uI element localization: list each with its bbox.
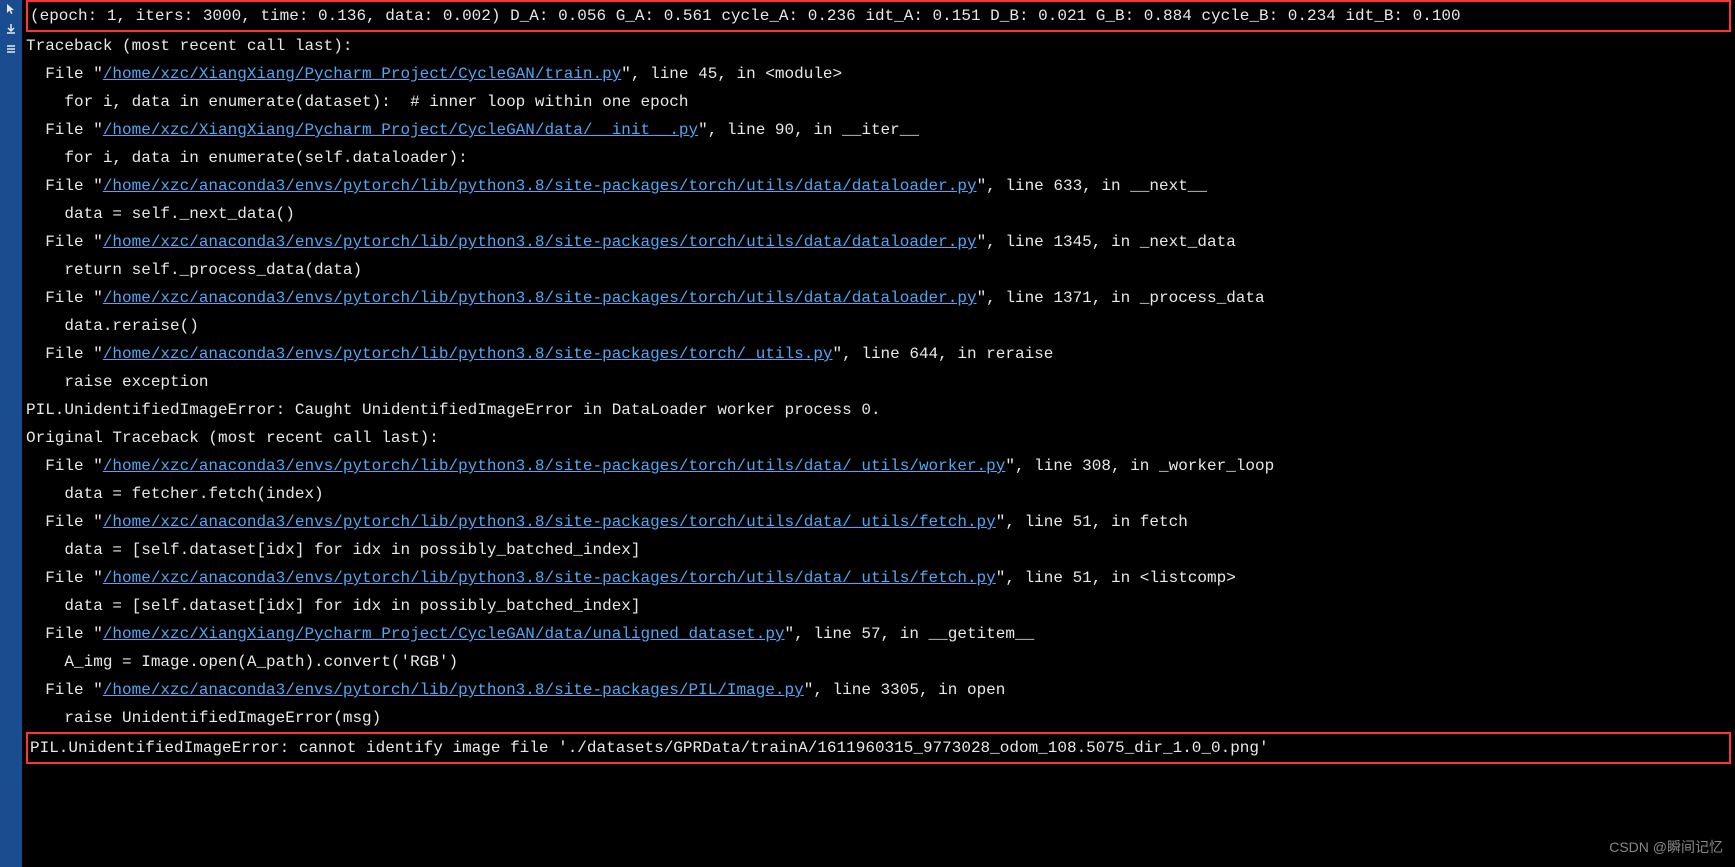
left-sidebar	[0, 0, 22, 867]
traceback-file-line: File "/home/xzc/anaconda3/envs/pytorch/l…	[26, 676, 1731, 704]
traceback-code-line: data = fetcher.fetch(index)	[26, 480, 1731, 508]
traceback-code-line: raise UnidentifiedImageError(msg)	[26, 704, 1731, 732]
file-prefix: File "	[26, 177, 103, 195]
traceback-file-line: File "/home/xzc/anaconda3/envs/pytorch/l…	[26, 172, 1731, 200]
file-path-link[interactable]: /home/xzc/anaconda3/envs/pytorch/lib/pyt…	[103, 233, 977, 251]
file-suffix: ", line 1371, in _process_data	[977, 289, 1265, 307]
traceback-file-line: File "/home/xzc/anaconda3/envs/pytorch/l…	[26, 340, 1731, 368]
file-path-link[interactable]: /home/xzc/anaconda3/envs/pytorch/lib/pyt…	[103, 457, 1006, 475]
traceback-code-line: return self._process_data(data)	[26, 256, 1731, 284]
file-prefix: File "	[26, 681, 103, 699]
traceback-code-line: for i, data in enumerate(self.dataloader…	[26, 144, 1731, 172]
traceback-code-line: data = [self.dataset[idx] for idx in pos…	[26, 536, 1731, 564]
traceback-code-line: raise exception	[26, 368, 1731, 396]
file-path-link[interactable]: /home/xzc/anaconda3/envs/pytorch/lib/pyt…	[103, 681, 804, 699]
file-path-link[interactable]: /home/xzc/XiangXiang/Pycharm_Project/Cyc…	[103, 65, 621, 83]
file-suffix: ", line 45, in <module>	[621, 65, 842, 83]
original-traceback-header: Original Traceback (most recent call las…	[26, 424, 1731, 452]
file-prefix: File "	[26, 233, 103, 251]
highlighted-header-box: (epoch: 1, iters: 3000, time: 0.136, dat…	[26, 0, 1731, 32]
traceback-code-line: data = self._next_data()	[26, 200, 1731, 228]
file-suffix: ", line 90, in __iter__	[698, 121, 919, 139]
file-path-link[interactable]: /home/xzc/anaconda3/envs/pytorch/lib/pyt…	[103, 569, 996, 587]
file-suffix: ", line 1345, in _next_data	[977, 233, 1236, 251]
traceback-code-line: A_img = Image.open(A_path).convert('RGB'…	[26, 648, 1731, 676]
file-path-link[interactable]: /home/xzc/anaconda3/envs/pytorch/lib/pyt…	[103, 289, 977, 307]
traceback-file-line: File "/home/xzc/anaconda3/envs/pytorch/l…	[26, 228, 1731, 256]
file-prefix: File "	[26, 569, 103, 587]
file-prefix: File "	[26, 625, 103, 643]
traceback-file-line: File "/home/xzc/anaconda3/envs/pytorch/l…	[26, 564, 1731, 592]
file-prefix: File "	[26, 121, 103, 139]
file-path-link[interactable]: /home/xzc/XiangXiang/Pycharm_Project/Cyc…	[103, 121, 698, 139]
file-prefix: File "	[26, 457, 103, 475]
terminal-output: (epoch: 1, iters: 3000, time: 0.136, dat…	[22, 0, 1735, 867]
file-prefix: File "	[26, 345, 103, 363]
traceback-file-line: File "/home/xzc/anaconda3/envs/pytorch/l…	[26, 452, 1731, 480]
traceback-file-line: File "/home/xzc/anaconda3/envs/pytorch/l…	[26, 284, 1731, 312]
file-path-link[interactable]: /home/xzc/anaconda3/envs/pytorch/lib/pyt…	[103, 345, 833, 363]
traceback-file-line: File "/home/xzc/XiangXiang/Pycharm_Proje…	[26, 620, 1731, 648]
traceback-file-line: File "/home/xzc/XiangXiang/Pycharm_Proje…	[26, 60, 1731, 88]
training-stats-line: (epoch: 1, iters: 3000, time: 0.136, dat…	[30, 2, 1727, 30]
traceback-code-line: data = [self.dataset[idx] for idx in pos…	[26, 592, 1731, 620]
traceback-code-line: data.reraise()	[26, 312, 1731, 340]
file-path-link[interactable]: /home/xzc/anaconda3/envs/pytorch/lib/pyt…	[103, 177, 977, 195]
file-prefix: File "	[26, 289, 103, 307]
list-icon[interactable]	[4, 42, 18, 56]
final-error-line: PIL.UnidentifiedImageError: cannot ident…	[30, 734, 1727, 762]
error-caught-line: PIL.UnidentifiedImageError: Caught Unide…	[26, 396, 1731, 424]
file-suffix: ", line 51, in fetch	[996, 513, 1188, 531]
file-suffix: ", line 644, in reraise	[833, 345, 1054, 363]
traceback-file-line: File "/home/xzc/XiangXiang/Pycharm_Proje…	[26, 116, 1731, 144]
file-suffix: ", line 51, in <listcomp>	[996, 569, 1236, 587]
traceback-header: Traceback (most recent call last):	[26, 32, 1731, 60]
file-suffix: ", line 3305, in open	[804, 681, 1006, 699]
file-suffix: ", line 633, in __next__	[977, 177, 1207, 195]
highlighted-error-box: PIL.UnidentifiedImageError: cannot ident…	[26, 732, 1731, 764]
file-suffix: ", line 308, in _worker_loop	[1005, 457, 1274, 475]
cursor-icon[interactable]	[4, 2, 18, 16]
traceback-code-line: for i, data in enumerate(dataset): # inn…	[26, 88, 1731, 116]
file-path-link[interactable]: /home/xzc/XiangXiang/Pycharm_Project/Cyc…	[103, 625, 785, 643]
watermark: CSDN @瞬间记忆	[1609, 833, 1723, 861]
file-prefix: File "	[26, 513, 103, 531]
file-suffix: ", line 57, in __getitem__	[785, 625, 1035, 643]
file-prefix: File "	[26, 65, 103, 83]
download-icon[interactable]	[4, 22, 18, 36]
file-path-link[interactable]: /home/xzc/anaconda3/envs/pytorch/lib/pyt…	[103, 513, 996, 531]
traceback-file-line: File "/home/xzc/anaconda3/envs/pytorch/l…	[26, 508, 1731, 536]
